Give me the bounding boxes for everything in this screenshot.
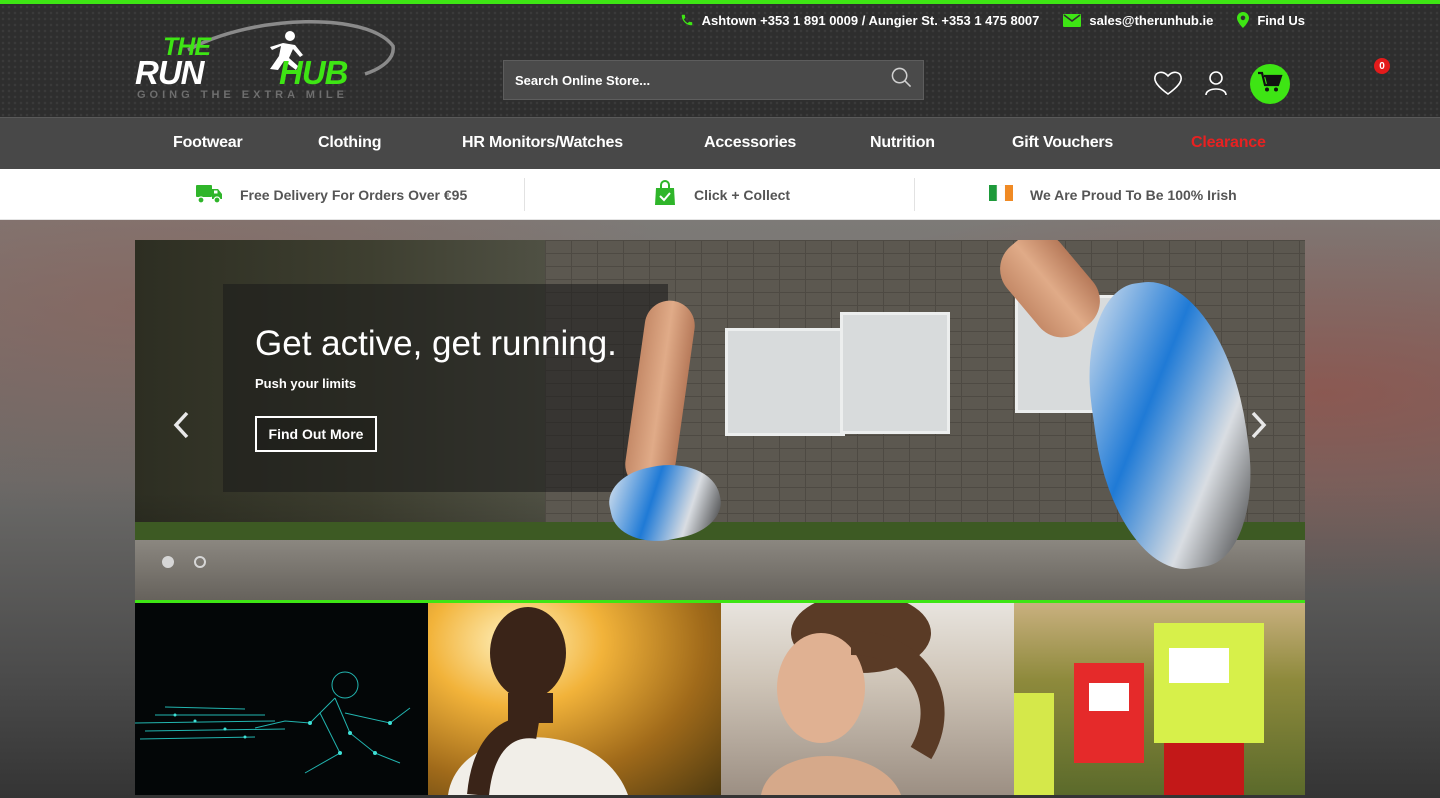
contact-bar: Ashtown +353 1 891 0009 / Aungier St. +3…	[680, 12, 1305, 28]
cart-count-badge: 0	[1374, 58, 1390, 74]
slide-image-window	[725, 328, 845, 436]
main-nav: Footwear Clothing HR Monitors/Watches Ac…	[0, 117, 1440, 169]
logo-hub: HUB	[279, 54, 348, 91]
benefit-free-delivery[interactable]: Free Delivery For Orders Over €95	[196, 169, 467, 220]
find-out-more-button[interactable]: Find Out More	[255, 416, 377, 452]
benefit-label: Free Delivery For Orders Over €95	[240, 186, 468, 203]
female-runner-image	[761, 603, 945, 795]
search-bar	[503, 60, 924, 100]
search-input[interactable]	[504, 61, 879, 99]
slider-next-button[interactable]	[1247, 405, 1271, 445]
benefit-label: Click + Collect	[694, 186, 791, 203]
email-address: sales@therunhub.ie	[1089, 12, 1214, 28]
search-icon	[891, 67, 912, 93]
header-actions: 0	[1153, 58, 1390, 104]
slide-image-path	[135, 540, 1305, 600]
nav-item-clothing[interactable]: Clothing	[318, 134, 381, 152]
mail-icon	[1063, 13, 1082, 27]
cart-button[interactable]: 0	[1250, 58, 1390, 104]
divider	[524, 178, 525, 211]
email-contact[interactable]: sales@therunhub.ie	[1063, 12, 1213, 28]
benefit-label: We Are Proud To Be 100% Irish	[1030, 186, 1237, 203]
shopping-bag-icon	[653, 180, 677, 209]
site-logo[interactable]: THE RUN HUB GOING THE EXTRA MILE	[133, 16, 398, 106]
slider-pagination	[162, 556, 206, 568]
race-runners-image	[1014, 623, 1264, 795]
logo-run: RUN	[135, 54, 204, 91]
phone-contact[interactable]: Ashtown +353 1 891 0009 / Aungier St. +3…	[680, 12, 1040, 28]
site-header: Ashtown +353 1 891 0009 / Aungier St. +3…	[0, 0, 1440, 117]
nav-item-accessories[interactable]: Accessories	[704, 134, 796, 152]
find-us-label: Find Us	[1257, 12, 1305, 28]
benefit-click-collect[interactable]: Click + Collect	[653, 169, 790, 220]
slide-title: Get active, get running.	[255, 324, 617, 363]
slider-dot-2[interactable]	[194, 556, 206, 568]
divider	[914, 178, 915, 211]
digital-runner-image	[135, 671, 411, 774]
account-button[interactable]	[1204, 70, 1228, 101]
slide-image-window	[840, 312, 950, 434]
nav-item-footwear[interactable]: Footwear	[173, 134, 243, 152]
phone-icon	[680, 13, 694, 27]
slider-prev-button[interactable]	[169, 405, 193, 445]
find-us-link[interactable]: Find Us	[1237, 12, 1305, 28]
irish-flag-icon	[989, 184, 1013, 204]
tile-male-runner[interactable]	[428, 603, 721, 795]
male-runner-image	[448, 607, 628, 795]
nav-item-hr-monitors[interactable]: HR Monitors/Watches	[462, 134, 623, 152]
delivery-truck-icon	[196, 182, 223, 207]
chevron-right-icon	[1247, 411, 1271, 449]
tile-race-runners[interactable]	[1014, 603, 1305, 795]
nav-item-nutrition[interactable]: Nutrition	[870, 134, 935, 152]
logo-tagline: GOING THE EXTRA MILE	[137, 89, 348, 101]
user-icon	[1204, 71, 1228, 100]
wishlist-button[interactable]	[1153, 70, 1183, 101]
category-tiles	[135, 603, 1305, 795]
benefit-irish[interactable]: We Are Proud To Be 100% Irish	[989, 169, 1237, 220]
chevron-left-icon	[169, 411, 193, 449]
cart-icon	[1257, 71, 1283, 98]
tile-female-runner[interactable]	[721, 603, 1014, 795]
search-button[interactable]	[879, 61, 923, 99]
benefits-bar: Free Delivery For Orders Over €95 Click …	[0, 169, 1440, 220]
nav-item-gift-vouchers[interactable]: Gift Vouchers	[1012, 134, 1113, 152]
nav-item-clearance[interactable]: Clearance	[1191, 134, 1266, 152]
phone-numbers: Ashtown +353 1 891 0009 / Aungier St. +3…	[701, 12, 1040, 28]
map-pin-icon	[1237, 12, 1250, 28]
heart-icon	[1153, 71, 1183, 100]
slide-subtitle: Push your limits	[255, 376, 357, 391]
tile-digital-runner[interactable]	[135, 603, 428, 795]
slider-dot-1[interactable]	[162, 556, 174, 568]
hero-slider: Get active, get running. Push your limit…	[135, 240, 1305, 600]
